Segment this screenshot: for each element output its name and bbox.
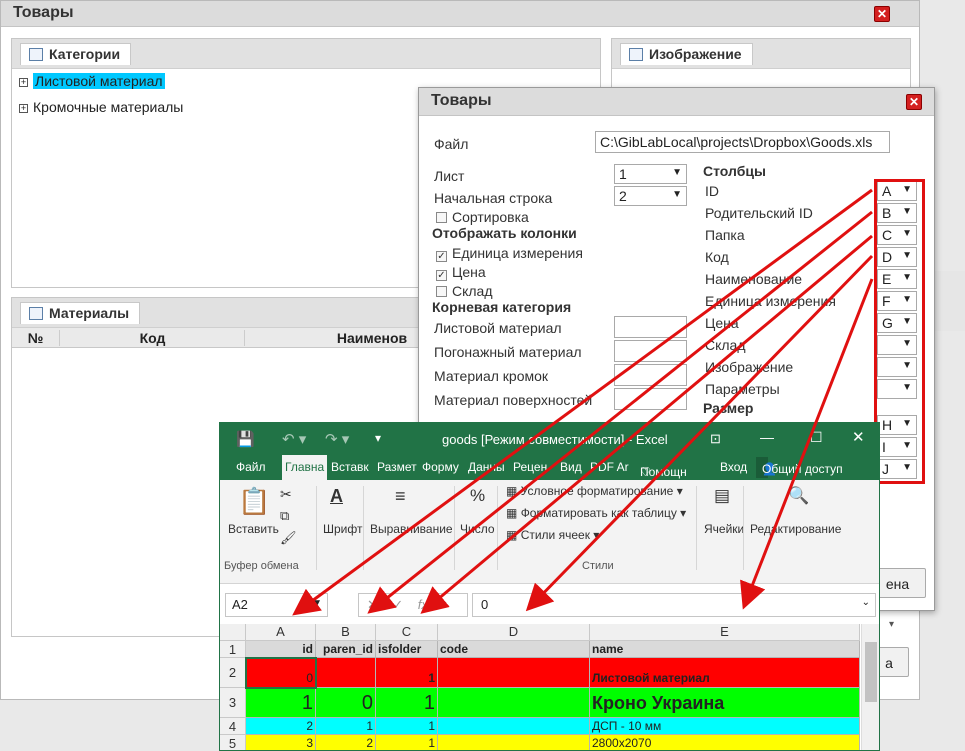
arrow-b (367, 210, 873, 614)
arrow-d (525, 254, 874, 612)
arrow-c (420, 234, 873, 614)
annotation-arrows (292, 188, 874, 616)
arrow-a (292, 188, 873, 616)
